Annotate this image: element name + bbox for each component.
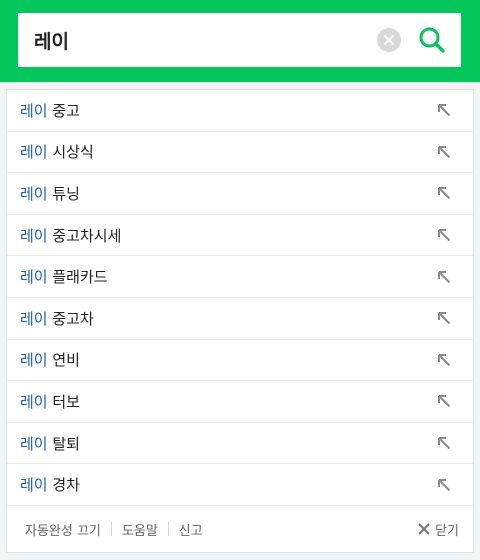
suggestion-item[interactable]: 레이 중고	[7, 90, 473, 132]
suggestion-rest: 중고차시세	[47, 226, 122, 245]
clear-button[interactable]	[377, 28, 401, 52]
arrow-up-left-icon	[438, 353, 451, 367]
suggestion-rest: 중고차	[47, 309, 94, 328]
suggestion-keyword: 레이	[20, 476, 48, 495]
arrow-up-left-icon	[438, 437, 451, 450]
suggestion-item[interactable]: 레이 탈퇴	[7, 423, 473, 465]
help-link[interactable]: 도움말	[122, 520, 158, 539]
close-button[interactable]: 닫기	[417, 520, 459, 539]
suggestion-item[interactable]: 레이 터보	[7, 381, 473, 423]
arrow-up-left-icon	[438, 145, 451, 159]
autocomplete-panel: 레이 중고 레이 시상식 레이 튜닝 레이 중고차시세 레이 플래카드 레이 중…	[6, 89, 474, 553]
footer-divider	[110, 522, 112, 536]
suggestion-item[interactable]: 레이 중고차	[7, 298, 473, 340]
suggestion-text: 레이 플래카드	[20, 266, 108, 287]
suggestion-text: 레이 경차	[20, 474, 80, 495]
suggestion-rest: 연비	[47, 351, 80, 370]
suggestion-rest: 중고	[47, 101, 80, 120]
search-icon	[419, 27, 445, 53]
search-header	[0, 0, 480, 82]
close-icon	[417, 522, 431, 536]
autocomplete-footer: 자동완성 끄기 도움말 신고 닫기	[7, 506, 473, 552]
insert-query-button[interactable]	[435, 268, 453, 286]
arrow-up-left-icon	[438, 187, 451, 200]
suggestion-keyword: 레이	[20, 392, 48, 411]
insert-query-button[interactable]	[435, 392, 453, 410]
suggestion-rest: 플래카드	[47, 268, 108, 287]
suggestion-rest: 터보	[47, 392, 80, 411]
autocomplete-off-link[interactable]: 자동완성 끄기	[25, 520, 101, 539]
suggestion-rest: 탈퇴	[47, 434, 80, 453]
suggestion-text: 레이 연비	[20, 349, 80, 370]
suggestion-keyword: 레이	[20, 434, 48, 453]
suggestion-text: 레이 탈퇴	[20, 433, 80, 454]
insert-query-button[interactable]	[435, 226, 453, 244]
search-input[interactable]	[18, 13, 377, 67]
suggestion-keyword: 레이	[20, 143, 48, 162]
insert-query-button[interactable]	[435, 101, 453, 119]
suggestion-text: 레이 터보	[20, 391, 80, 412]
insert-query-button[interactable]	[435, 143, 453, 161]
suggestion-text: 레이 튜닝	[20, 183, 80, 204]
arrow-up-left-icon	[438, 312, 451, 325]
close-label: 닫기	[435, 523, 459, 539]
footer-divider	[167, 522, 169, 536]
suggestion-keyword: 레이	[20, 226, 48, 245]
suggestion-item[interactable]: 레이 중고차시세	[7, 215, 473, 257]
arrow-up-left-icon	[438, 229, 451, 242]
suggestion-item[interactable]: 레이 연비	[7, 340, 473, 382]
suggestion-keyword: 레이	[20, 309, 48, 328]
insert-query-button[interactable]	[435, 351, 453, 369]
suggestion-list: 레이 중고 레이 시상식 레이 튜닝 레이 중고차시세 레이 플래카드 레이 중…	[7, 90, 473, 506]
suggestion-text: 레이 중고차	[20, 308, 94, 329]
suggestion-keyword: 레이	[20, 184, 48, 203]
arrow-up-left-icon	[438, 104, 451, 117]
suggestion-item[interactable]: 레이 경차	[7, 464, 473, 506]
insert-query-button[interactable]	[435, 309, 453, 327]
insert-query-button[interactable]	[435, 434, 453, 452]
arrow-up-left-icon	[438, 270, 451, 283]
search-button[interactable]	[413, 21, 451, 59]
suggestion-item[interactable]: 레이 튜닝	[7, 173, 473, 215]
suggestion-text: 레이 시상식	[20, 141, 94, 162]
suggestion-keyword: 레이	[20, 351, 48, 370]
suggestion-rest: 튜닝	[47, 184, 80, 203]
suggestion-text: 레이 중고차시세	[20, 225, 121, 246]
search-box	[18, 13, 461, 67]
suggestion-item[interactable]: 레이 시상식	[7, 132, 473, 174]
clear-icon	[384, 35, 394, 45]
suggestion-keyword: 레이	[20, 101, 48, 120]
arrow-up-left-icon	[438, 395, 451, 408]
suggestion-rest: 시상식	[47, 143, 94, 162]
suggestion-rest: 경차	[47, 476, 80, 495]
insert-query-button[interactable]	[435, 476, 453, 494]
arrow-up-left-icon	[438, 478, 451, 491]
suggestion-text: 레이 중고	[20, 100, 80, 121]
insert-query-button[interactable]	[435, 184, 453, 202]
suggestion-keyword: 레이	[20, 268, 48, 287]
suggestion-item[interactable]: 레이 플래카드	[7, 256, 473, 298]
report-link[interactable]: 신고	[179, 520, 203, 539]
